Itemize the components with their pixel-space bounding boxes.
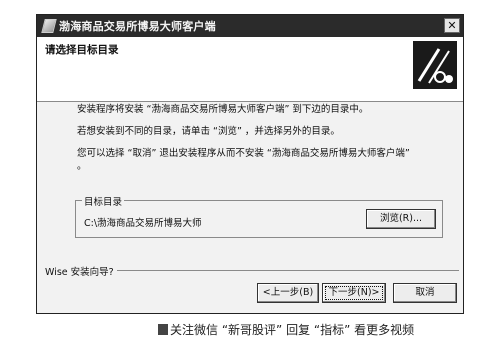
figure-marker-icon: [158, 324, 168, 335]
title-bar: 渤海商品交易所博易大师客户端 ✕: [37, 15, 463, 37]
wise-installer-logo-icon: [413, 41, 457, 89]
installer-dialog: 渤海商品交易所博易大师客户端 ✕ 请选择目标目录 安装程序将安装 “渤海商品交易…: [36, 14, 464, 314]
instruction-line-2: 若想安装到不同的目录，请单击 “浏览” ，并选择另外的目录。: [77, 126, 340, 137]
browse-button[interactable]: 浏览(R)...: [366, 209, 436, 229]
figure-caption: 关注微信 “新哥股评” 回复 “指标” 看更多视频: [158, 321, 414, 338]
close-button[interactable]: ✕: [444, 18, 460, 33]
back-button[interactable]: <上一步(B): [257, 283, 319, 303]
caption-text: 关注微信 “新哥股评” 回复 “指标” 看更多视频: [170, 323, 415, 337]
instruction-line-3-continued: 。: [77, 161, 87, 172]
instruction-line-3: 您可以选择 “取消” 退出安装程序从而不安装 “渤海商品交易所博易大师客户端”: [77, 148, 410, 159]
header-panel: 请选择目标目录: [37, 37, 463, 102]
destination-folder-group: 目标目录 C:\渤海商品交易所博易大师 浏览(R)...: [75, 194, 443, 238]
app-icon: [41, 19, 57, 33]
page-title: 请选择目标目录: [45, 44, 119, 56]
wizard-label: Wise 安装向导?: [45, 267, 114, 278]
window-title: 渤海商品交易所博易大师客户端: [59, 20, 216, 33]
close-icon: ✕: [447, 19, 457, 32]
cancel-button[interactable]: 取消: [393, 283, 457, 303]
destination-path: C:\渤海商品交易所博易大师: [84, 218, 202, 229]
footer-divider: [117, 270, 459, 271]
destination-folder-legend: 目标目录: [82, 194, 125, 208]
instruction-line-1: 安装程序将安装 “渤海商品交易所博易大师客户端” 到下边的目录中。: [77, 104, 369, 115]
next-button[interactable]: 下一步(N)>: [322, 283, 386, 303]
